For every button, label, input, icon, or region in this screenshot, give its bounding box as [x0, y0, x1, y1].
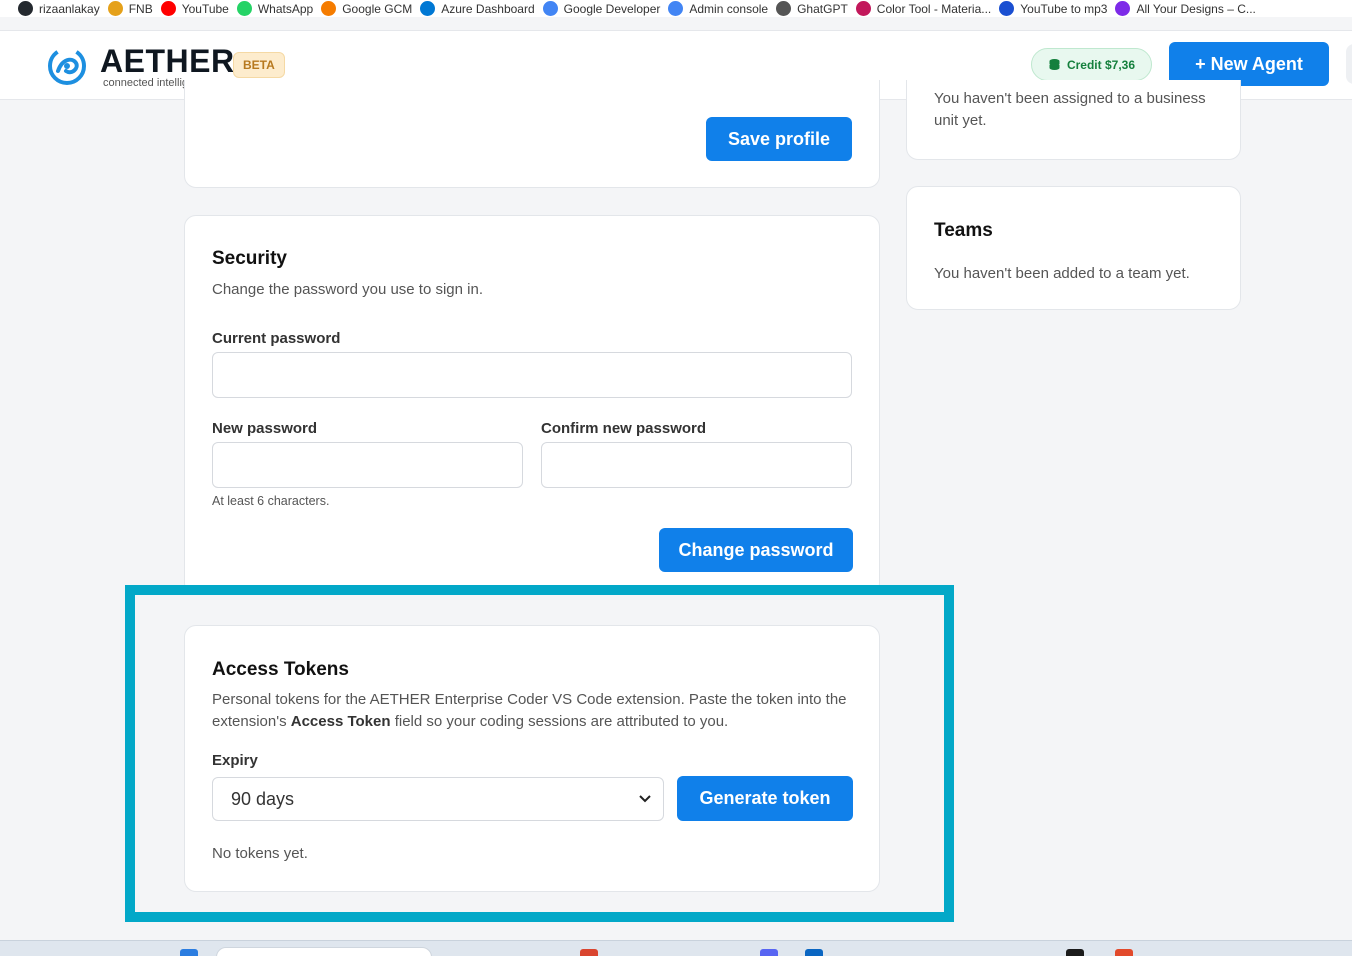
brand-name: AETHER: [100, 43, 235, 79]
new-password-label: New password: [212, 420, 318, 437]
confirm-password-label: Confirm new password: [541, 420, 707, 437]
expiry-label: Expiry: [212, 752, 258, 769]
current-password-label: Current password: [212, 330, 341, 347]
aether-logo-icon: [48, 47, 86, 85]
bookmark-item[interactable]: YouTube: [160, 1, 237, 16]
password-hint: At least 6 characters.: [212, 494, 330, 508]
bookmark-favicon-icon: [18, 1, 33, 16]
bookmark-item[interactable]: All Your Designs – C...: [1115, 1, 1263, 16]
taskbar-app-icon[interactable]: [760, 949, 778, 956]
coins-icon: [1049, 59, 1060, 70]
teams-card: Teams You haven't been added to a team y…: [906, 186, 1241, 310]
bookmark-label: YouTube to mp3: [1020, 1, 1108, 16]
bookmark-label: FNB: [128, 1, 153, 16]
taskbar-search[interactable]: [216, 947, 432, 956]
bookmark-item[interactable]: Google GCM: [321, 1, 420, 16]
access-tokens-card: Access Tokens Personal tokens for the AE…: [184, 625, 880, 892]
taskbar-app-icon[interactable]: [1066, 949, 1084, 956]
credit-amount: Credit $7,36: [1066, 57, 1136, 72]
bookmark-favicon-icon: [1115, 1, 1131, 16]
bookmark-favicon-icon: [542, 1, 558, 16]
access-tokens-description: Personal tokens for the AETHER Enterpris…: [212, 691, 847, 730]
bookmark-item[interactable]: rizaanlakay: [0, 1, 108, 16]
taskbar-app-icon[interactable]: [805, 949, 823, 956]
bookmark-favicon-icon: [107, 1, 123, 16]
bookmark-label: Azure Dashboard: [441, 1, 535, 16]
business-unit-card: You haven't been assigned to a business …: [906, 80, 1241, 160]
bookmark-favicon-icon: [776, 1, 792, 16]
generate-token-button[interactable]: Generate token: [677, 776, 853, 821]
teams-title: Teams: [934, 220, 993, 241]
taskbar: [0, 940, 1352, 956]
bookmark-label: WhatsApp: [257, 1, 314, 16]
taskbar-app-icon[interactable]: [580, 949, 598, 956]
expiry-select[interactable]: 90 days: [212, 777, 664, 821]
bookmark-label: Google Developer: [563, 1, 661, 16]
bookmark-item[interactable]: FNB: [107, 1, 161, 16]
bookmark-item[interactable]: WhatsApp: [236, 1, 321, 16]
bookmark-label: GhatGPT: [797, 1, 848, 16]
taskbar-app-icon[interactable]: [1115, 949, 1133, 956]
current-password-input[interactable]: [212, 352, 852, 398]
bookmark-item[interactable]: YouTube to mp3: [999, 1, 1115, 16]
access-tokens-title: Access Tokens: [212, 659, 349, 680]
access-token-field-name: Access Token: [290, 713, 391, 730]
bookmark-favicon-icon: [321, 1, 337, 16]
bookmark-favicon-icon: [236, 1, 252, 16]
bookmark-label: Color Tool - Materia...: [876, 1, 992, 16]
business-unit-text: You haven't been assigned to a business …: [934, 90, 1206, 129]
credit-badge[interactable]: Credit $7,36: [1031, 48, 1152, 81]
teams-empty-text: You haven't been added to a team yet.: [934, 265, 1190, 282]
bookmark-favicon-icon: [855, 1, 871, 16]
bookmark-label: Google GCM: [342, 1, 413, 16]
bookmark-item[interactable]: Azure Dashboard: [420, 1, 542, 16]
beta-badge: BETA: [233, 52, 285, 78]
bookmark-item[interactable]: Color Tool - Materia...: [855, 1, 1000, 16]
bookmark-label: Admin console: [689, 1, 769, 16]
bookmarks-bar: rizaanlakay FNB YouTube WhatsApp Google GCM A…: [0, 0, 1352, 17]
bookmark-label: rizaanlakay: [39, 1, 100, 16]
profile-edge-button[interactable]: [1346, 44, 1352, 84]
bookmark-label: YouTube: [181, 1, 229, 16]
security-subtitle: Change the password you use to sign in.: [212, 281, 484, 298]
start-icon[interactable]: [180, 949, 198, 956]
bookmark-item[interactable]: Admin console: [668, 1, 776, 16]
new-password-input[interactable]: [212, 442, 523, 488]
confirm-password-input[interactable]: [541, 442, 852, 488]
save-profile-button[interactable]: Save profile: [706, 117, 852, 161]
expiry-selected-value: 90 days: [231, 788, 295, 809]
bookmark-label: All Your Designs – C...: [1136, 1, 1256, 16]
bookmark-favicon-icon: [999, 1, 1015, 16]
bookmark-favicon-icon: [668, 1, 684, 16]
bookmark-favicon-icon: [160, 1, 176, 16]
bookmark-item[interactable]: GhatGPT: [776, 1, 856, 16]
tokens-empty-text: No tokens yet.: [212, 845, 308, 862]
security-card: Security Change the password you use to …: [184, 215, 880, 595]
bookmark-item[interactable]: Google Developer: [542, 1, 669, 16]
security-title: Security: [212, 248, 287, 269]
bookmark-favicon-icon: [420, 1, 436, 16]
chevron-down-icon: [639, 795, 651, 803]
change-password-button[interactable]: Change password: [659, 528, 853, 572]
